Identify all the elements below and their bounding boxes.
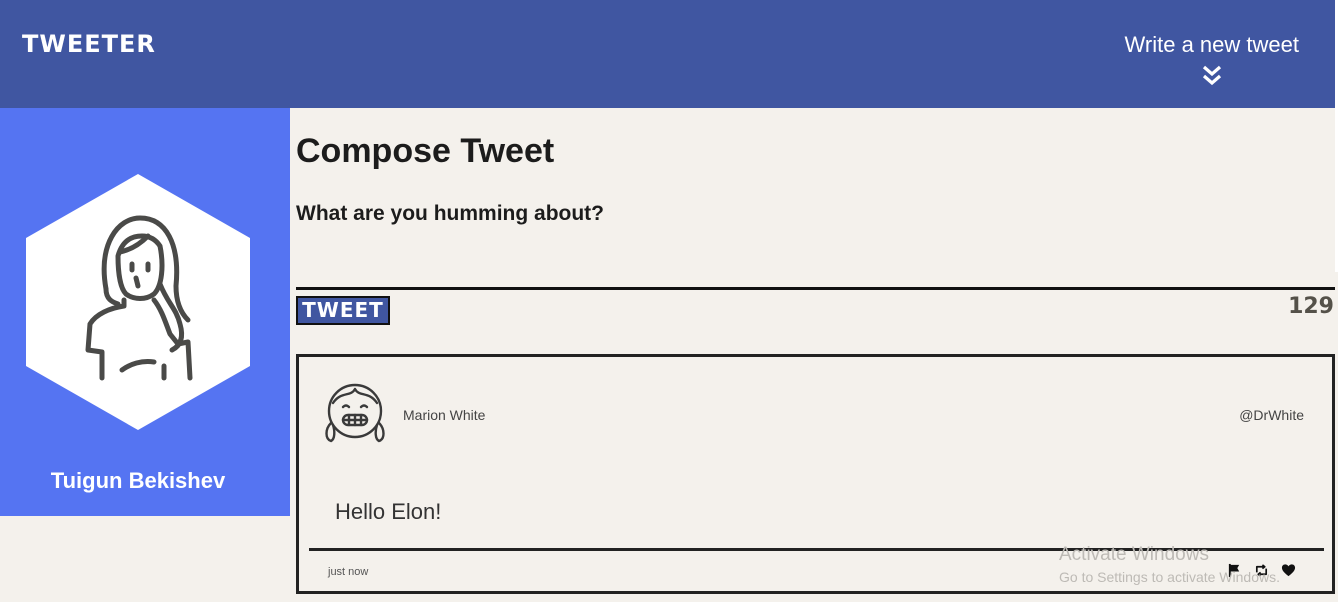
tweet-author-name: Marion White: [403, 407, 486, 423]
profile-name: Tuigun Bekishev: [50, 468, 226, 493]
nav-bar: TWEETER Write a new tweet: [0, 0, 1335, 108]
tweet-card: Marion White @DrWhite Hello Elon! just n…: [296, 354, 1335, 594]
tweet-timestamp: just now: [328, 566, 369, 578]
tweet-handle: @DrWhite: [1239, 407, 1304, 423]
tweet-actions: [1227, 563, 1296, 578]
write-new-tweet-button[interactable]: Write a new tweet: [1125, 32, 1299, 88]
profile-card: Tuigun Bekishev: [0, 108, 290, 516]
profile-avatar: [26, 174, 250, 430]
tweet-avatar: [325, 383, 385, 443]
retweet-icon[interactable]: [1254, 563, 1269, 578]
compose-underline: [296, 287, 1335, 290]
flag-icon[interactable]: [1227, 563, 1242, 578]
brand-logo[interactable]: TWEETER: [22, 30, 156, 58]
compose-textarea[interactable]: What are you humming about?: [296, 202, 604, 226]
write-new-tweet-label: Write a new tweet: [1124, 32, 1299, 57]
double-chevron-down-icon: [1202, 65, 1221, 86]
tweet-content: Hello Elon!: [335, 499, 442, 524]
tweet-divider: [309, 548, 1324, 551]
heart-icon[interactable]: [1281, 563, 1296, 578]
compose-title: Compose Tweet: [296, 132, 555, 170]
char-counter: 129: [1288, 294, 1334, 319]
tweet-submit-button[interactable]: TWEET: [296, 296, 390, 325]
